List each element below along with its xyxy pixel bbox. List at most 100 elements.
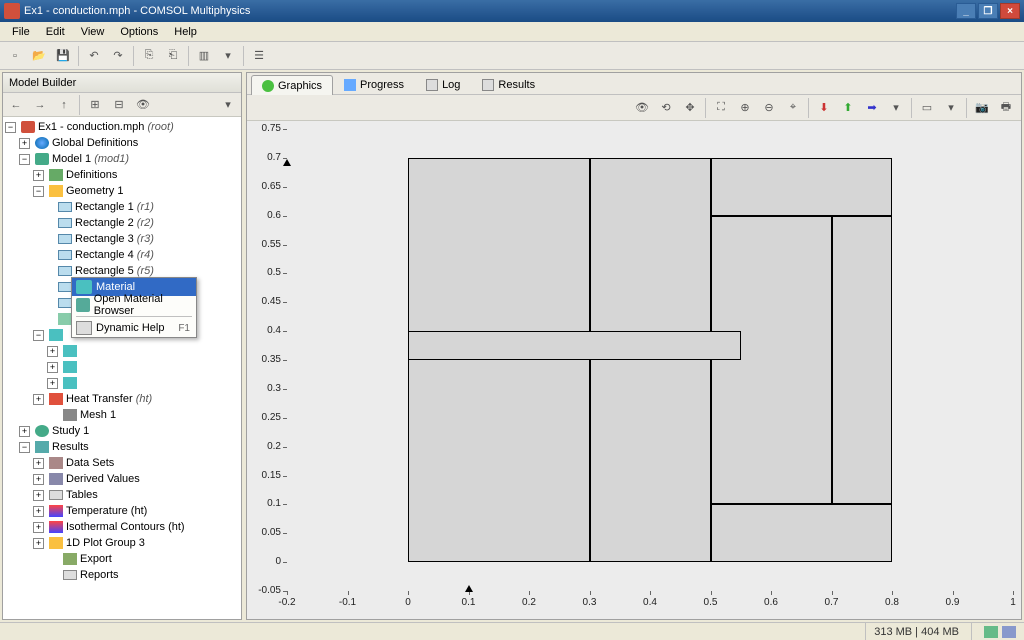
- menu-edit[interactable]: Edit: [38, 24, 73, 40]
- maximize-button[interactable]: ❐: [978, 3, 998, 19]
- tab-graphics[interactable]: Graphics: [251, 75, 333, 95]
- geometry-rect[interactable]: [408, 158, 590, 562]
- menu-help[interactable]: Help: [166, 24, 205, 40]
- twisty-icon[interactable]: +: [33, 394, 44, 405]
- tree-rect[interactable]: Rectangle 4 (r4): [3, 247, 241, 263]
- geometry-rect[interactable]: [711, 158, 893, 216]
- tree-menu-button[interactable]: ▾: [217, 94, 239, 116]
- up-button[interactable]: ↑: [53, 94, 75, 116]
- twisty-icon[interactable]: −: [5, 122, 16, 133]
- tree-rect[interactable]: Rectangle 1 (r1): [3, 199, 241, 215]
- settings-button[interactable]: ☰: [248, 45, 270, 67]
- tab-progress[interactable]: Progress: [333, 74, 415, 94]
- zoom-in-button[interactable]: ⊕: [734, 97, 756, 119]
- copy-button[interactable]: ⎘: [138, 45, 160, 67]
- twisty-icon[interactable]: −: [19, 154, 30, 165]
- tree-geometry[interactable]: −Geometry 1: [3, 183, 241, 199]
- tree-study[interactable]: +Study 1: [3, 423, 241, 439]
- tab-results[interactable]: Results: [471, 74, 546, 94]
- tree-reports[interactable]: Reports: [3, 567, 241, 583]
- geometry-rect[interactable]: [590, 158, 711, 562]
- pan-button[interactable]: ✥: [679, 97, 701, 119]
- tree-datasets[interactable]: +Data Sets: [3, 455, 241, 471]
- twisty-icon[interactable]: −: [33, 330, 44, 341]
- tree-rect[interactable]: Rectangle 2 (r2): [3, 215, 241, 231]
- tree-material-item[interactable]: +: [3, 343, 241, 359]
- geometry-rect[interactable]: [711, 504, 893, 562]
- tree-tables[interactable]: +Tables: [3, 487, 241, 503]
- zoom-extents-button[interactable]: ⛶: [710, 97, 732, 119]
- minimize-button[interactable]: _: [956, 3, 976, 19]
- xz-button[interactable]: ➡: [861, 97, 883, 119]
- rotate-button[interactable]: ⟲: [655, 97, 677, 119]
- back-button[interactable]: ←: [5, 94, 27, 116]
- forward-button[interactable]: →: [29, 94, 51, 116]
- tree-definitions[interactable]: +Definitions: [3, 167, 241, 183]
- y-tick: [283, 476, 287, 477]
- twisty-icon[interactable]: +: [47, 378, 58, 389]
- twisty-icon[interactable]: +: [33, 538, 44, 549]
- graphics-canvas[interactable]: COMSOL MULTIPHYSICS 0.750.70.650.60.550.…: [247, 121, 1021, 619]
- collapse-button[interactable]: ⊟: [108, 94, 130, 116]
- paste-button[interactable]: ⎗: [162, 45, 184, 67]
- eye-button[interactable]: 👁: [631, 97, 653, 119]
- tree-mesh[interactable]: Mesh 1: [3, 407, 241, 423]
- tree-derived[interactable]: +Derived Values: [3, 471, 241, 487]
- twisty-icon[interactable]: −: [19, 442, 30, 453]
- show-button[interactable]: 👁: [132, 94, 154, 116]
- yz-button[interactable]: ⬆: [837, 97, 859, 119]
- tree-material-item[interactable]: +: [3, 359, 241, 375]
- menu-file[interactable]: File: [4, 24, 38, 40]
- zoom-select-button[interactable]: ⌖: [782, 97, 804, 119]
- geometry-rect[interactable]: [711, 216, 832, 505]
- twisty-icon[interactable]: +: [19, 426, 30, 437]
- undo-button[interactable]: ↶: [83, 45, 105, 67]
- axis-dropdown[interactable]: ▾: [885, 97, 907, 119]
- build-dropdown[interactable]: ▾: [217, 45, 239, 67]
- model-tree[interactable]: −Ex1 - conduction.mph (root) +Global Def…: [3, 117, 241, 619]
- close-button[interactable]: ×: [1000, 3, 1020, 19]
- twisty-icon[interactable]: +: [33, 474, 44, 485]
- tree-temperature[interactable]: +Temperature (ht): [3, 503, 241, 519]
- tree-root[interactable]: −Ex1 - conduction.mph (root): [3, 119, 241, 135]
- new-button[interactable]: ▫: [4, 45, 26, 67]
- twisty-icon[interactable]: +: [33, 458, 44, 469]
- redo-button[interactable]: ↷: [107, 45, 129, 67]
- snapshot-button[interactable]: 📷: [971, 97, 993, 119]
- save-button[interactable]: 💾: [52, 45, 74, 67]
- select-dropdown[interactable]: ▾: [940, 97, 962, 119]
- context-open-browser[interactable]: Open Material Browser: [72, 296, 196, 314]
- twisty-icon[interactable]: +: [19, 138, 30, 149]
- build-button[interactable]: ▥: [193, 45, 215, 67]
- context-dynamic-help[interactable]: Dynamic HelpF1: [72, 319, 196, 337]
- toolbar-sep: [243, 46, 244, 66]
- select-button[interactable]: ▭: [916, 97, 938, 119]
- geometry-rect[interactable]: [408, 331, 741, 360]
- twisty-icon[interactable]: +: [33, 490, 44, 501]
- geometry-rect[interactable]: [832, 216, 893, 505]
- tree-global-definitions[interactable]: +Global Definitions: [3, 135, 241, 151]
- xy-button[interactable]: ⬇: [813, 97, 835, 119]
- menu-view[interactable]: View: [73, 24, 113, 40]
- open-button[interactable]: 📂: [28, 45, 50, 67]
- tree-material-item[interactable]: +: [3, 375, 241, 391]
- tree-rect[interactable]: Rectangle 3 (r3): [3, 231, 241, 247]
- expand-button[interactable]: ⊞: [84, 94, 106, 116]
- tree-export[interactable]: Export: [3, 551, 241, 567]
- tree-plotgroup[interactable]: +1D Plot Group 3: [3, 535, 241, 551]
- print-button[interactable]: 🖶: [995, 97, 1017, 119]
- twisty-icon[interactable]: +: [33, 522, 44, 533]
- tree-model[interactable]: −Model 1 (mod1): [3, 151, 241, 167]
- twisty-icon[interactable]: +: [47, 346, 58, 357]
- tree-results[interactable]: −Results: [3, 439, 241, 455]
- tree-isothermal[interactable]: +Isothermal Contours (ht): [3, 519, 241, 535]
- twisty-icon[interactable]: +: [33, 170, 44, 181]
- twisty-icon[interactable]: +: [33, 506, 44, 517]
- menu-options[interactable]: Options: [112, 24, 166, 40]
- tree-heat-transfer[interactable]: +Heat Transfer (ht): [3, 391, 241, 407]
- twisty-icon[interactable]: +: [47, 362, 58, 373]
- status-icons: [971, 623, 1016, 640]
- zoom-out-button[interactable]: ⊖: [758, 97, 780, 119]
- tab-log[interactable]: Log: [415, 74, 471, 94]
- twisty-icon[interactable]: −: [33, 186, 44, 197]
